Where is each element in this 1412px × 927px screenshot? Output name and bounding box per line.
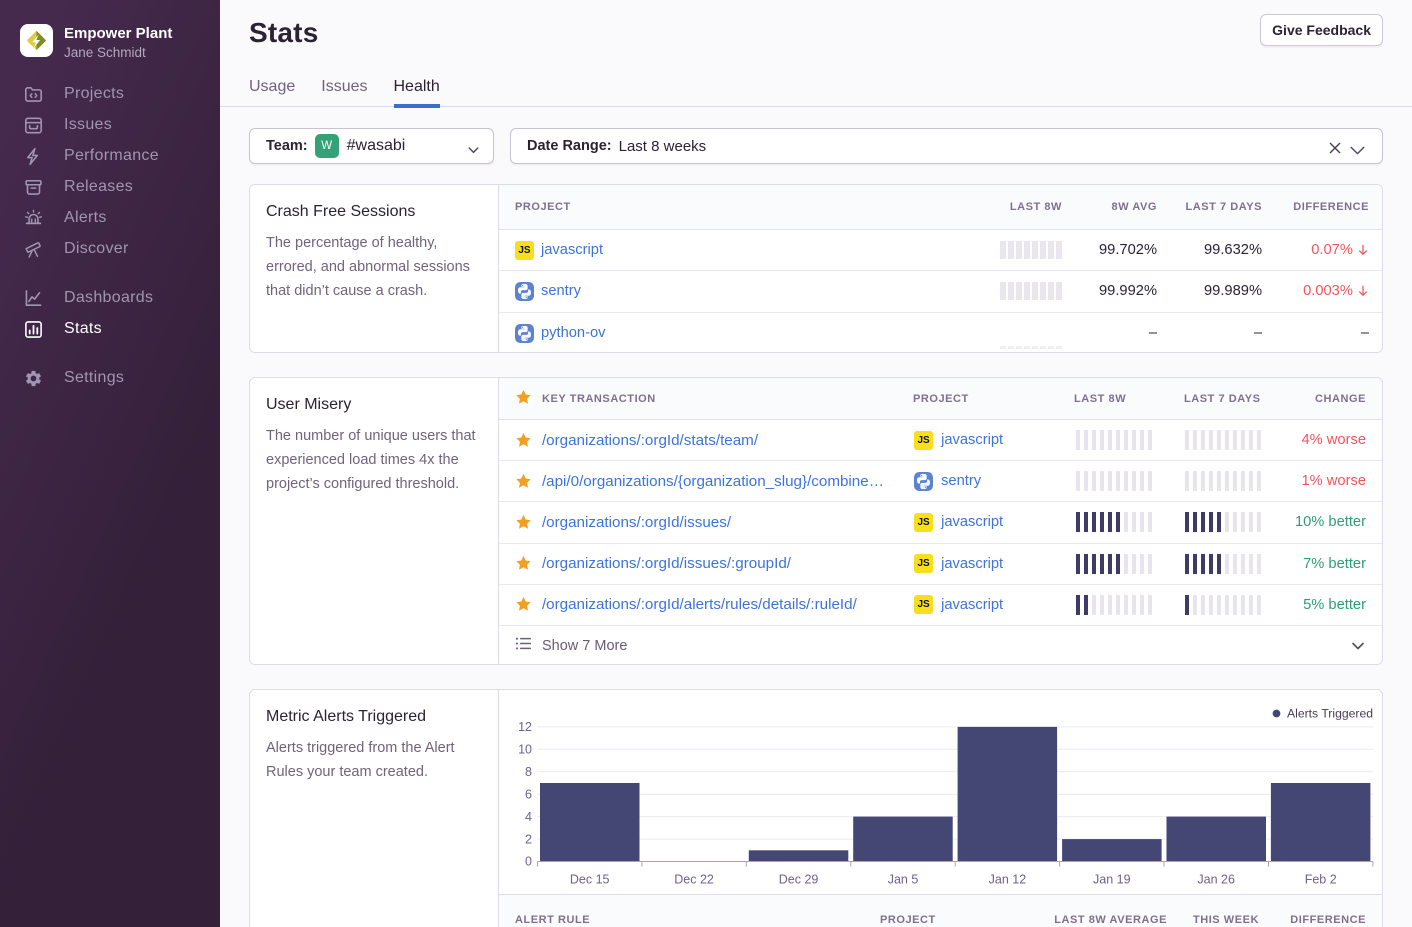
- svg-text:Dec 15: Dec 15: [570, 873, 610, 887]
- svg-text:10: 10: [518, 743, 532, 757]
- svg-text:Jan 5: Jan 5: [888, 873, 919, 887]
- svg-text:Jan 12: Jan 12: [989, 873, 1027, 887]
- svg-text:4: 4: [525, 810, 532, 824]
- svg-text:0: 0: [525, 855, 532, 869]
- svg-text:Jan 26: Jan 26: [1197, 873, 1235, 887]
- svg-text:2: 2: [525, 832, 532, 846]
- svg-text:8: 8: [525, 765, 532, 779]
- svg-text:Dec 29: Dec 29: [779, 873, 819, 887]
- svg-text:12: 12: [518, 720, 532, 734]
- svg-text:6: 6: [525, 787, 532, 801]
- svg-text:Alerts Triggered: Alerts Triggered: [1287, 707, 1373, 721]
- svg-text:Jan 19: Jan 19: [1093, 873, 1131, 887]
- svg-text:Feb 2: Feb 2: [1305, 873, 1337, 887]
- svg-text:Dec 22: Dec 22: [674, 873, 714, 887]
